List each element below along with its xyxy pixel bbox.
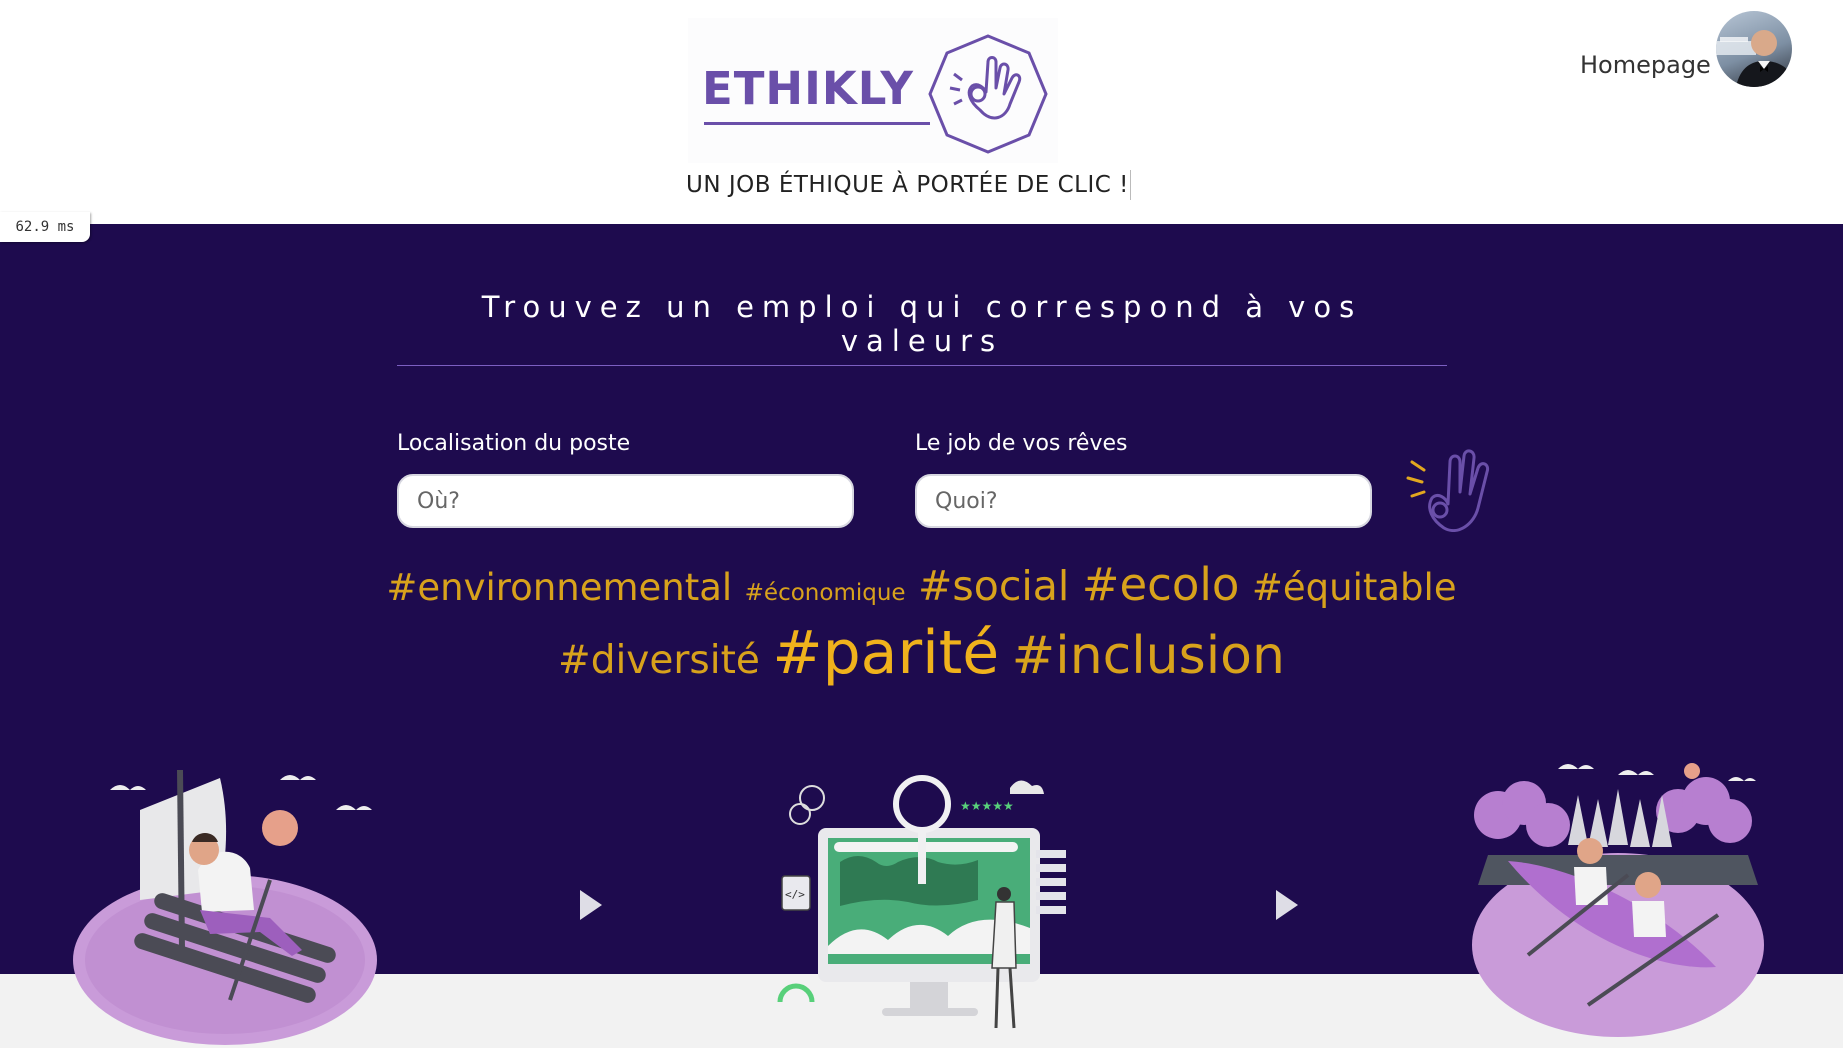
avatar-portrait-icon xyxy=(1716,30,1792,87)
hero-divider xyxy=(397,365,1447,366)
job-label: Le job de vos rêves xyxy=(915,431,1128,456)
location-input[interactable] xyxy=(397,474,854,528)
job-search-illustration: ★★★★★ </> xyxy=(777,775,1066,1029)
hero-title: Trouvez un emploi qui correspond à vos v… xyxy=(481,290,1363,358)
tag-ecolo[interactable]: #ecolo xyxy=(1082,558,1240,611)
tag-environnemental[interactable]: #environnemental xyxy=(386,566,732,609)
raft-illustration xyxy=(73,769,377,1045)
avatar[interactable] xyxy=(1716,11,1792,87)
tag-inclusion[interactable]: #inclusion xyxy=(1012,626,1285,686)
svg-text:★★★★★: ★★★★★ xyxy=(960,799,1014,813)
tagline: UN JOB ÉTHIQUE À PORTÉE DE CLIC ! xyxy=(686,172,1129,198)
tags-row-2: #diversité #parité #inclusion xyxy=(0,618,1843,688)
ok-hand-badge-icon xyxy=(928,34,1048,154)
tag-parite[interactable]: #parité xyxy=(772,618,999,688)
kayak-illustration xyxy=(1472,763,1764,1037)
text-cursor xyxy=(1130,170,1131,200)
tag-diversite[interactable]: #diversité xyxy=(558,638,760,683)
tag-economique[interactable]: #économique xyxy=(745,580,906,606)
site-header: ETHIKLY UN JOB ÉTHIQUE À PORTÉE DE CLIC … xyxy=(0,0,1843,224)
logo-underline xyxy=(704,122,930,125)
tag-social[interactable]: #social xyxy=(918,562,1069,610)
tag-equitable[interactable]: #équitable xyxy=(1252,566,1457,609)
logo-text: ETHIKLY xyxy=(702,62,914,115)
carousel-next-arrow-icon[interactable] xyxy=(1276,890,1298,920)
svg-text:</>: </> xyxy=(785,888,805,901)
carousel-prev-arrow-icon[interactable] xyxy=(580,890,602,920)
logo[interactable]: ETHIKLY xyxy=(688,18,1058,163)
nav-homepage-link[interactable]: Homepage xyxy=(1580,51,1711,79)
tags-row-1: #environnemental #économique #social #ec… xyxy=(0,558,1843,611)
job-input[interactable] xyxy=(915,474,1372,528)
location-label: Localisation du poste xyxy=(397,431,631,456)
timing-badge: 62.9 ms xyxy=(0,212,90,242)
ok-hand-icon xyxy=(1406,449,1490,532)
